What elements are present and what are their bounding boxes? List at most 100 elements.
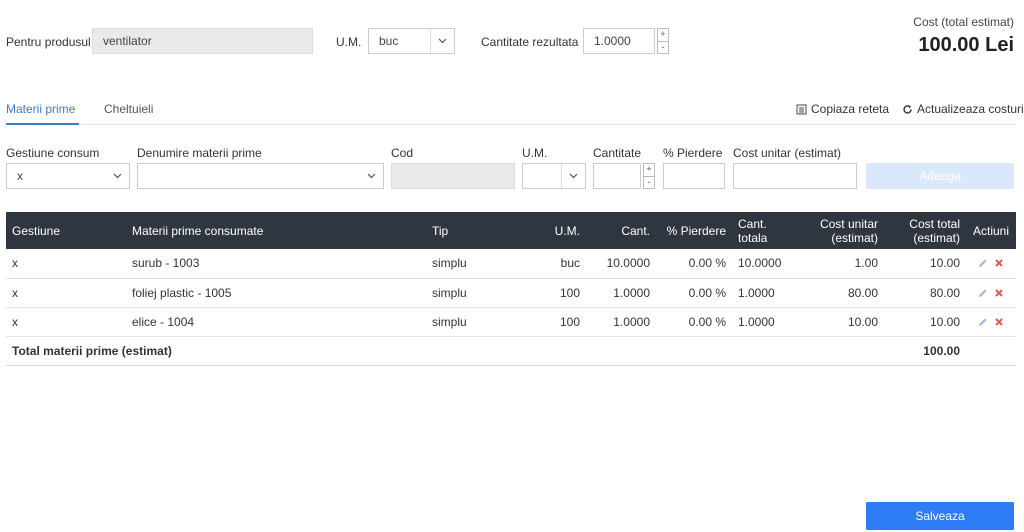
delete-icon[interactable] bbox=[994, 288, 1004, 298]
um-form-label: U.M. bbox=[522, 146, 548, 160]
pierdere-input[interactable] bbox=[663, 163, 725, 189]
col-tip[interactable]: Tip bbox=[426, 212, 520, 249]
increment-button[interactable]: + bbox=[643, 163, 655, 177]
tabs-divider bbox=[6, 124, 1016, 125]
col-cost-total[interactable]: Cost total (estimat) bbox=[884, 212, 966, 249]
um-form-select[interactable] bbox=[522, 163, 586, 189]
materials-table: Gestiune Materii prime consumate Tip U.M… bbox=[6, 212, 1016, 366]
gestiune-select[interactable]: x bbox=[6, 163, 130, 189]
cell-materie: foliej plastic - 1005 bbox=[126, 278, 426, 308]
denumire-select[interactable] bbox=[137, 163, 384, 189]
qty-input[interactable]: 1.0000 bbox=[583, 28, 655, 54]
edit-pencil-icon[interactable] bbox=[978, 317, 988, 327]
cell-cant: 1.0000 bbox=[586, 307, 656, 337]
col-pierdere[interactable]: % Pierdere bbox=[656, 212, 732, 249]
um-value: buc bbox=[379, 34, 399, 48]
tab-active-indicator bbox=[6, 123, 79, 125]
um-select[interactable]: buc bbox=[368, 28, 455, 54]
cantitate-label: Cantitate bbox=[593, 146, 642, 160]
gestiune-label: Gestiune consum bbox=[6, 146, 100, 160]
cell-pierdere: 0.00 % bbox=[656, 249, 732, 279]
cell-um: buc bbox=[520, 249, 586, 279]
col-materii[interactable]: Materii prime consumate bbox=[126, 212, 426, 249]
chevron-down-icon bbox=[105, 164, 129, 188]
qty-label: Cantitate rezultata bbox=[481, 35, 579, 49]
decrement-button[interactable]: - bbox=[657, 41, 669, 54]
col-cost-unitar-line1: Cost unitar bbox=[819, 216, 878, 231]
um-label: U.M. bbox=[336, 35, 362, 49]
gestiune-value: x bbox=[17, 169, 23, 183]
chevron-down-icon bbox=[359, 164, 383, 188]
increment-button[interactable]: + bbox=[657, 28, 669, 42]
document-icon bbox=[796, 104, 807, 114]
col-cost-total-line1: Cost total bbox=[909, 216, 960, 231]
cell-cant-totala: 1.0000 bbox=[732, 278, 802, 308]
add-button[interactable]: Adauga bbox=[866, 163, 1014, 189]
copy-recipe-link[interactable]: Copiaza reteta bbox=[796, 102, 889, 116]
product-label: Pentru produsul bbox=[6, 35, 91, 49]
cell-gestiune: x bbox=[6, 249, 126, 279]
cell-cost-total: 10.00 bbox=[884, 249, 966, 279]
table-footer-row: Total materii prime (estimat) 100.00 bbox=[6, 336, 1016, 366]
cell-cant: 1.0000 bbox=[586, 278, 656, 308]
decrement-button[interactable]: - bbox=[643, 176, 655, 189]
cell-actiuni bbox=[966, 249, 1016, 279]
edit-pencil-icon[interactable] bbox=[978, 288, 988, 298]
chevron-down-icon bbox=[430, 29, 454, 53]
cell-um: 100 bbox=[520, 307, 586, 337]
table-row: x foliej plastic - 1005 simplu 100 1.000… bbox=[6, 278, 1016, 308]
cell-um: 100 bbox=[520, 278, 586, 308]
cell-gestiune: x bbox=[6, 307, 126, 337]
tab-materii-prime[interactable]: Materii prime bbox=[6, 102, 75, 116]
col-cost-unitar-line2: (estimat) bbox=[831, 230, 878, 245]
footer-empty bbox=[966, 336, 1016, 366]
col-gestiune[interactable]: Gestiune bbox=[6, 212, 126, 249]
cell-materie: elice - 1004 bbox=[126, 307, 426, 337]
cantitate-stepper[interactable]: + - bbox=[593, 163, 655, 189]
footer-label: Total materii prime (estimat) bbox=[6, 336, 884, 366]
cost-unitar-input[interactable] bbox=[733, 163, 857, 189]
cell-cost-total: 10.00 bbox=[884, 307, 966, 337]
cost-title: Cost (total estimat) bbox=[913, 15, 1014, 29]
col-cant[interactable]: Cant. bbox=[586, 212, 656, 249]
col-cost-unitar[interactable]: Cost unitar (estimat) bbox=[802, 212, 884, 249]
table-row: x surub - 1003 simplu buc 10.0000 0.00 %… bbox=[6, 249, 1016, 279]
col-cost-total-line2: (estimat) bbox=[913, 230, 960, 245]
qty-stepper[interactable]: 1.0000 + - bbox=[583, 28, 669, 54]
delete-icon[interactable] bbox=[994, 317, 1004, 327]
cod-label: Cod bbox=[391, 146, 414, 160]
cell-tip: simplu bbox=[426, 278, 520, 308]
cantitate-input[interactable] bbox=[593, 163, 641, 189]
chevron-down-icon bbox=[561, 164, 585, 188]
cell-cost-unitar: 10.00 bbox=[802, 307, 884, 337]
cell-cant: 10.0000 bbox=[586, 249, 656, 279]
table-row: x elice - 1004 simplu 100 1.0000 0.00 % … bbox=[6, 307, 1016, 337]
copy-recipe-label: Copiaza reteta bbox=[811, 102, 890, 116]
col-um[interactable]: U.M. bbox=[520, 212, 586, 249]
pierdere-label: % Pierdere bbox=[663, 146, 723, 160]
cost-value: 100.00 Lei bbox=[918, 34, 1014, 56]
delete-icon[interactable] bbox=[994, 258, 1004, 268]
refresh-icon bbox=[903, 104, 912, 114]
denumire-label: Denumire materii prime bbox=[137, 146, 262, 160]
tab-cheltuieli[interactable]: Cheltuieli bbox=[104, 102, 153, 116]
cell-cant-totala: 1.0000 bbox=[732, 307, 802, 337]
cell-actiuni bbox=[966, 307, 1016, 337]
qty-value: 1.0000 bbox=[594, 34, 631, 48]
update-costs-link[interactable]: Actualizeaza costuri bbox=[902, 102, 1024, 116]
cost-unitar-label: Cost unitar (estimat) bbox=[733, 146, 842, 160]
cell-cost-unitar: 80.00 bbox=[802, 278, 884, 308]
cod-field bbox=[391, 163, 515, 189]
update-costs-label: Actualizeaza costuri bbox=[917, 102, 1024, 116]
cell-tip: simplu bbox=[426, 307, 520, 337]
cell-pierdere: 0.00 % bbox=[656, 307, 732, 337]
cell-gestiune: x bbox=[6, 278, 126, 308]
edit-pencil-icon[interactable] bbox=[978, 258, 988, 268]
cell-cost-unitar: 1.00 bbox=[802, 249, 884, 279]
product-field: ventilator bbox=[92, 28, 313, 54]
product-value: ventilator bbox=[103, 34, 152, 48]
cell-materie: surub - 1003 bbox=[126, 249, 426, 279]
cell-tip: simplu bbox=[426, 249, 520, 279]
save-button[interactable]: Salveaza bbox=[866, 502, 1014, 530]
col-cant-totala[interactable]: Cant. totala bbox=[732, 212, 802, 249]
